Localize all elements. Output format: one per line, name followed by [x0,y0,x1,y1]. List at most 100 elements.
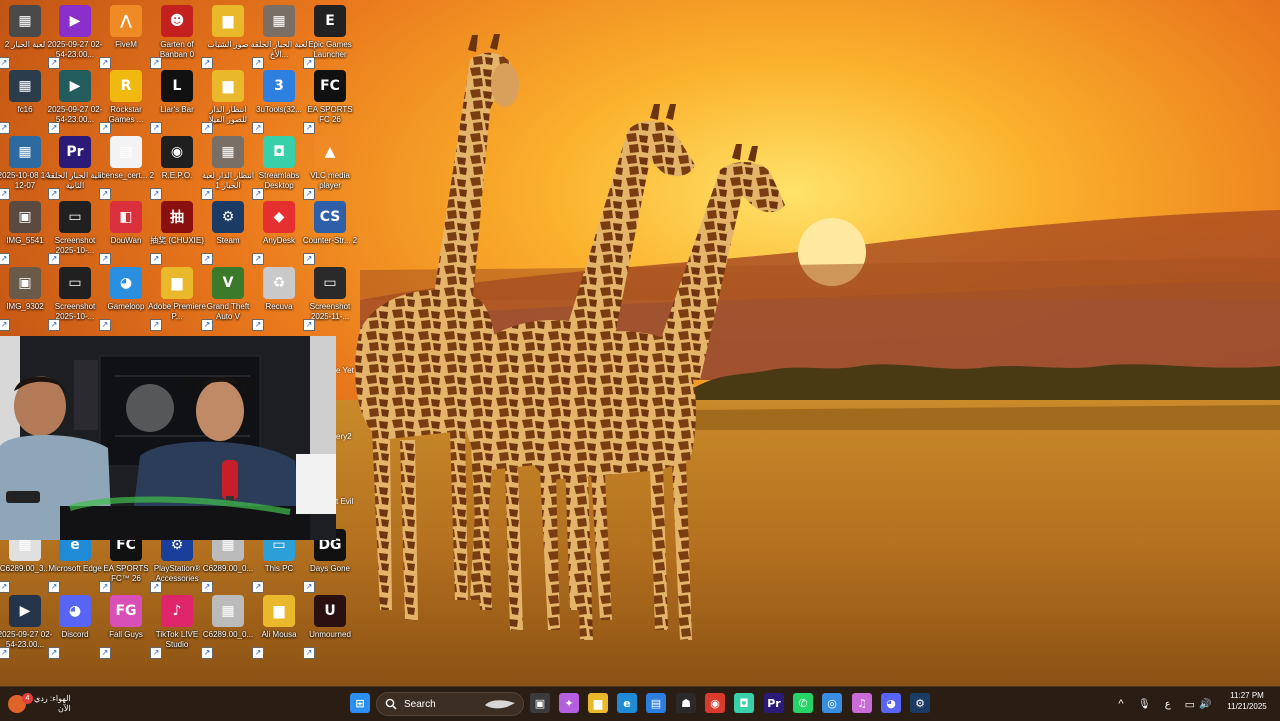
shortcut-arrow-icon: ↗ [48,122,60,134]
shortcut-arrow-icon: ↗ [48,253,60,265]
desktop-icon[interactable]: Pr ↗ لعبة الحبار الحلقة الثانية [47,136,103,200]
app-icon: FC [314,70,346,102]
desktop-icon[interactable]: ♻ ↗ Recuva [252,267,304,331]
desktop-icon-label: Recuva [265,302,293,311]
taskbar-streamlabs-icon[interactable]: ◘ [734,693,754,713]
desktop-icon[interactable]: E ↗ Epic Games Launcher [303,5,355,69]
app-icon: 抽 [161,201,193,233]
shortcut-arrow-icon: ↗ [150,647,162,659]
taskbar-itunes-icon[interactable]: ♫ [852,693,872,713]
desktop-icon-label: C6289.00_0... [202,564,254,573]
weather-widget[interactable]: 4 الهواء: ردي الآن [8,690,88,718]
desktop-icon-label: This PC [264,564,294,573]
shortcut-arrow-icon: ↗ [303,319,315,331]
shortcut-arrow-icon: ↗ [201,122,213,134]
desktop-icon[interactable]: ◉ ↗ R.E.P.O. [150,136,202,200]
desktop-icon[interactable]: V ↗ Grand Theft Auto V [201,267,253,331]
shortcut-arrow-icon: ↗ [99,647,111,659]
desktop-icon[interactable]: FG ↗ Fall Guys [99,595,151,659]
shortcut-arrow-icon: ↗ [252,253,264,265]
app-icon: ▦ [212,595,244,627]
taskbar-whatsapp-icon[interactable]: ✆ [793,693,813,713]
app-icon: ▆ [212,5,244,37]
desktop-icon[interactable]: 3 ↗ 3uTools(32... [252,70,304,134]
app-icon: ▦ [263,5,295,37]
desktop-icon[interactable]: ▆ ↗ انتظار الدار للصور الفيلا [201,70,253,134]
taskbar-copilot-icon[interactable]: ✦ [559,693,579,713]
desktop-icon[interactable]: ▦ ↗ انتظار الدار لعبة الحبار 1 [201,136,254,200]
app-icon: ▦ [9,5,41,37]
desktop-icon[interactable]: ◆ ↗ AnyDesk [252,201,304,265]
desktop-icon[interactable]: ▆ ↗ صور الشباب [201,5,253,69]
desktop-icon[interactable]: ▶ ↗ 2025-09-27 02-54-23.00... [48,5,102,69]
desktop-icon[interactable]: ◘ ↗ Streamlabs Desktop [252,136,304,200]
desktop-icon[interactable]: ▦ ↗ fc16 [0,70,50,134]
desktop-icon[interactable]: R ↗ Rockstar Games ... [99,70,151,134]
app-icon: ⋀ [110,5,142,37]
weather-line-1: الهواء: ردي [34,694,71,703]
taskbar-edge-icon[interactable]: e [617,693,637,713]
taskbar-browser-icon[interactable]: ◎ [822,693,842,713]
shortcut-arrow-icon: ↗ [201,253,213,265]
weather-line-2: الآن [57,704,71,713]
desktop-icon[interactable]: ▤ ↗ license_cert... 2 [98,136,154,200]
taskbar-clock[interactable]: 11:27 PM 11/21/2025 [1218,690,1276,712]
desktop-icon[interactable]: U ↗ Unmourned [303,595,355,659]
desktop-icon[interactable]: ▦ ↗ لعبة الحبار الحلقة الأخ... [251,5,307,69]
desktop-icon[interactable]: L ↗ Liar's Bar [150,70,202,134]
desktop-icon[interactable]: ▭ ↗ Screenshot 2025-10-... [48,267,100,331]
desktop-icon[interactable]: ▭ ↗ Screenshot 2025-10-... [48,201,100,265]
desktop-icon[interactable]: ▭ ↗ Screenshot 2025-11-... [303,267,355,331]
desktop-icon[interactable]: CS ↗ Counter-Str... 2 [303,201,357,265]
desktop-icon[interactable]: ♪ ↗ TikTok LIVE Studio [150,595,202,659]
app-icon: ◧ [110,201,142,233]
shortcut-arrow-icon: ↗ [99,253,111,265]
desktop-icon[interactable]: 抽 ↗ 抽奖 (CHUXIE) [150,201,204,265]
desktop-icon[interactable]: ⋀ ↗ FiveM [99,5,151,69]
taskbar-store-icon[interactable]: ▤ [646,693,666,713]
taskbar-search[interactable]: Search [376,692,524,716]
app-icon: ▶ [9,595,41,627]
webcam-overlay [0,336,336,540]
taskbar-premiere-icon[interactable]: Pr [764,693,784,713]
desktop-icon[interactable]: ⚙ ↗ Steam [201,201,253,265]
desktop-icon[interactable]: FC ↗ EA SPORTS FC 26 [303,70,355,134]
app-icon: ▆ [161,267,193,299]
shortcut-arrow-icon: ↗ [201,581,213,593]
network-icon[interactable]: ▭ [1185,698,1195,711]
desktop-icon[interactable]: ▆ ↗ Ali Mousa [252,595,304,659]
desktop-icon[interactable]: ▆ ↗ Adobe Premiere P... [148,267,206,331]
taskbar-file-explorer-icon[interactable]: ▆ [588,693,608,713]
show-hidden-icons-chevron-icon[interactable]: ^ [1114,698,1128,710]
app-icon: ☻ [161,5,193,37]
microphone-icon[interactable]: 🎙 [1138,699,1151,710]
desktop-icon[interactable]: ▦ ↗ 2025-10-08 14-12-07 [0,136,52,200]
volume-icon[interactable]: 🔊 [1199,699,1211,710]
taskbar-alien-icon[interactable]: ☗ [676,693,696,713]
desktop-icon[interactable]: ▣ ↗ IMG_9302 [0,267,50,331]
desktop-icon[interactable]: ▶ ↗ 2025-09-27 02-54-23.00... [0,595,52,659]
taskbar-task-view-icon[interactable]: ▣ [530,693,550,713]
desktop-icon[interactable]: ▦ ↗ C6289.00_0... [201,595,253,659]
app-icon: ◕ [110,267,142,299]
shortcut-arrow-icon: ↗ [99,57,111,69]
app-icon: 3 [263,70,295,102]
shortcut-arrow-icon: ↗ [0,57,10,69]
input-language-indicator[interactable]: ع [1165,699,1171,710]
desktop-icon[interactable]: ▦ ↗ لعبة الحبار 2 [0,5,50,69]
taskbar-steam-icon[interactable]: ⚙ [910,693,930,713]
shortcut-arrow-icon: ↗ [150,319,162,331]
shortcut-arrow-icon: ↗ [150,188,162,200]
taskbar-chrome-icon[interactable]: ◉ [705,693,725,713]
desktop-icon[interactable]: ◧ ↗ DouWan [99,201,151,265]
desktop-icon[interactable]: ◕ ↗ Discord [48,595,100,659]
app-icon: ▦ [212,136,244,168]
desktop-icon[interactable]: ☻ ↗ Garten of Banban 0 [150,5,202,69]
shortcut-arrow-icon: ↗ [252,188,264,200]
taskbar-discord-icon[interactable]: ◕ [881,693,901,713]
desktop-icon[interactable]: ▣ ↗ IMG_5541 [0,201,50,265]
desktop-icon[interactable]: ◕ ↗ Gameloop [99,267,151,331]
desktop-icon[interactable]: ▶ ↗ 2025-09-27 02-54-23.00... [48,70,102,134]
desktop-icon[interactable]: ▲ ↗ VLC media player [303,136,355,200]
taskbar-start-icon[interactable]: ⊞ [350,693,370,713]
